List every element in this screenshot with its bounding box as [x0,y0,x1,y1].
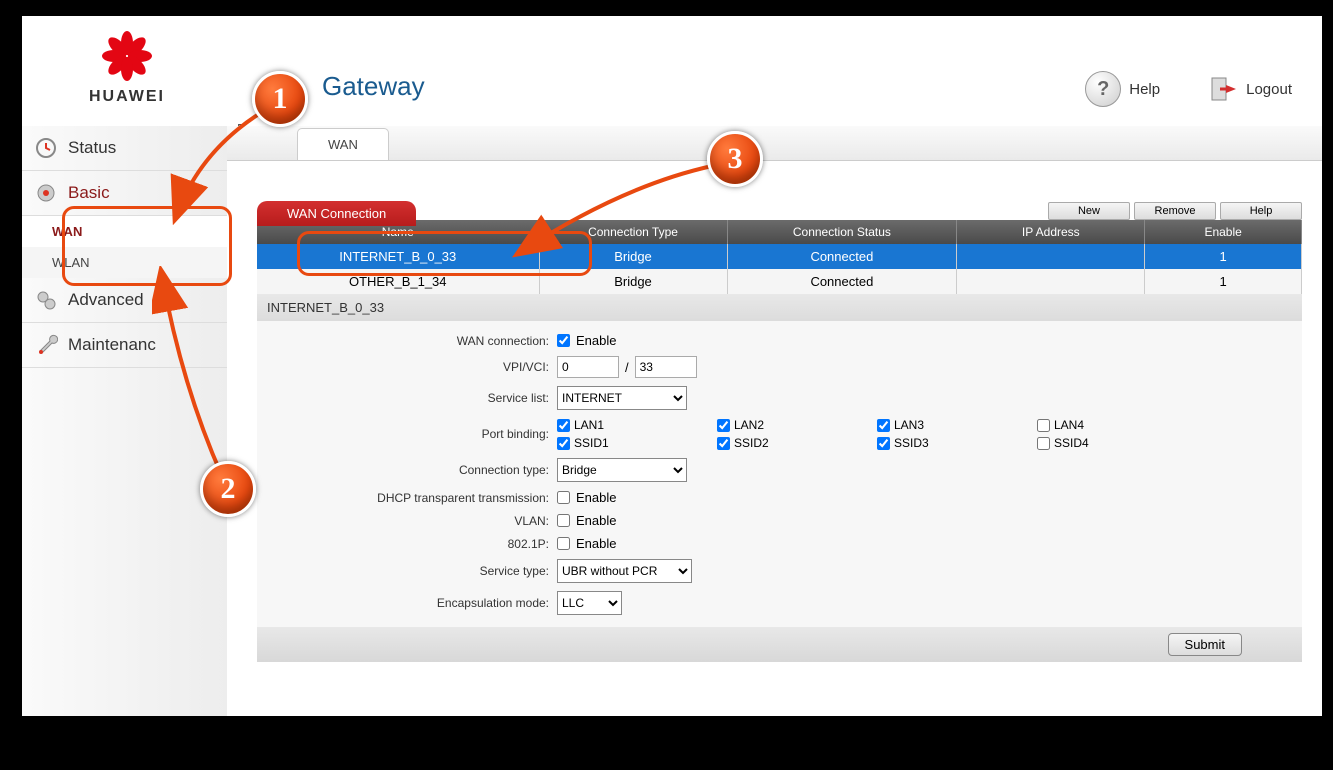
encap-select[interactable]: LLC [557,591,622,615]
service-list-label: Service list: [257,391,557,405]
help-link[interactable]: ? Help [1085,71,1160,107]
logout-link[interactable]: Logout [1210,75,1292,103]
main: WAN WAN Connection New Remove Help Name … [227,126,1322,716]
vlan-label: VLAN: [257,514,557,528]
vci-input[interactable] [635,356,697,378]
lan4-checkbox[interactable] [1037,419,1050,432]
lan2-checkbox[interactable] [717,419,730,432]
gear-icon [34,181,58,205]
header: HUAWEI Gateway Ba ? Help Logout [22,16,1322,126]
vpi-vci-label: VPI/VCI: [257,360,557,374]
service-type-label: Service type: [257,564,557,578]
brand-text: HUAWEI [62,88,192,106]
sidebar: Status Basic WAN WLAN Advanced Maintenan… [22,126,227,716]
vpi-input[interactable] [557,356,619,378]
sidebar-item-maintenance[interactable]: Maintenanc [22,323,227,368]
new-button[interactable]: New [1048,202,1130,220]
annotation-circle-3: 3 [707,131,763,187]
tab-strip: WAN [227,126,1322,161]
brand-logo: HUAWEI [62,31,192,106]
col-ip: IP Address [957,220,1145,244]
sidebar-sub-wan[interactable]: WAN [22,216,227,247]
sidebar-item-advanced[interactable]: Advanced [22,278,227,323]
service-list-select[interactable]: INTERNET [557,386,687,410]
remove-button[interactable]: Remove [1134,202,1216,220]
annotation-circle-1: 1 [252,71,308,127]
vlan-checkbox[interactable] [557,514,570,527]
page-title: Gateway [322,71,425,102]
huawei-flower-icon [97,31,157,81]
8021p-label: 802.1P: [257,537,557,551]
submit-button[interactable]: Submit [1168,633,1242,656]
status-icon [34,136,58,160]
8021p-checkbox[interactable] [557,537,570,550]
sidebar-sub-wlan[interactable]: WLAN [22,247,227,278]
wan-connection-label: WAN connection: [257,334,557,348]
ssid4-checkbox[interactable] [1037,437,1050,450]
ssid1-checkbox[interactable] [557,437,570,450]
wan-table: Name Connection Type Connection Status I… [257,220,1302,294]
lan1-checkbox[interactable] [557,419,570,432]
help-icon: ? [1085,71,1121,107]
dhcp-checkbox[interactable] [557,491,570,504]
ssid2-checkbox[interactable] [717,437,730,450]
logout-icon [1210,75,1238,103]
lan3-checkbox[interactable] [877,419,890,432]
form-body: WAN connection: Enable VPI/VCI: / [257,321,1302,627]
service-type-select[interactable]: UBR without PCR [557,559,692,583]
advanced-icon [34,288,58,312]
port-binding-label: Port binding: [257,427,557,441]
dhcp-label: DHCP transparent transmission: [257,491,557,505]
sidebar-item-basic[interactable]: Basic [22,171,227,216]
connection-type-label: Connection type: [257,463,557,477]
table-row[interactable]: OTHER_B_1_34 Bridge Connected 1 [257,269,1302,294]
annotation-circle-2: 2 [200,461,256,517]
col-enable: Enable [1145,220,1302,244]
section-title: WAN Connection [257,201,416,226]
table-row[interactable]: INTERNET_B_0_33 Bridge Connected 1 [257,244,1302,269]
form-title: INTERNET_B_0_33 [257,294,1302,321]
wan-enable-checkbox[interactable] [557,334,570,347]
col-type: Connection Type [539,220,727,244]
wrench-icon [34,333,58,357]
connection-type-select[interactable]: Bridge [557,458,687,482]
tab-wan[interactable]: WAN [297,128,389,160]
sidebar-item-status[interactable]: Status [22,126,227,171]
help-button[interactable]: Help [1220,202,1302,220]
encap-label: Encapsulation mode: [257,596,557,610]
ssid3-checkbox[interactable] [877,437,890,450]
col-status: Connection Status [727,220,957,244]
